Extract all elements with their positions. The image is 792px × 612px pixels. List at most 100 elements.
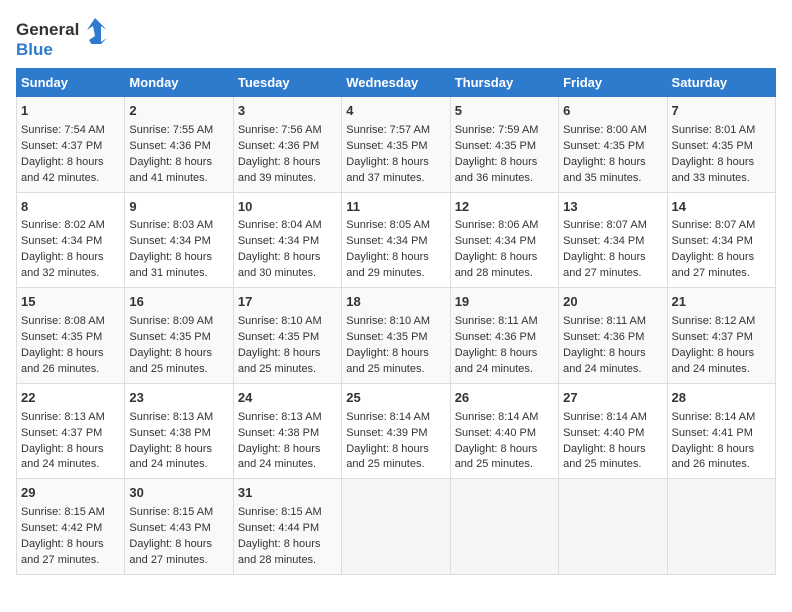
- day-cell: [450, 479, 558, 575]
- daylight-label: Daylight: 8 hours and 26 minutes.: [672, 443, 755, 471]
- day-number: 2: [129, 102, 228, 121]
- day-number: 17: [238, 293, 337, 312]
- sunrise-label: Sunrise: 8:11 AM: [455, 315, 538, 327]
- day-cell: 17Sunrise: 8:10 AMSunset: 4:35 PMDayligh…: [233, 288, 341, 384]
- daylight-label: Daylight: 8 hours and 24 minutes.: [455, 347, 538, 375]
- day-cell: 13Sunrise: 8:07 AMSunset: 4:34 PMDayligh…: [559, 192, 667, 288]
- sunset-label: Sunset: 4:35 PM: [455, 140, 536, 152]
- sunrise-label: Sunrise: 8:06 AM: [455, 219, 539, 231]
- day-number: 22: [21, 389, 120, 408]
- daylight-label: Daylight: 8 hours and 42 minutes.: [21, 156, 104, 184]
- sunset-label: Sunset: 4:37 PM: [672, 331, 753, 343]
- sunrise-label: Sunrise: 8:09 AM: [129, 315, 213, 327]
- daylight-label: Daylight: 8 hours and 25 minutes.: [563, 443, 646, 471]
- sunrise-label: Sunrise: 7:55 AM: [129, 124, 213, 136]
- sunset-label: Sunset: 4:34 PM: [129, 235, 210, 247]
- day-number: 14: [672, 198, 771, 217]
- daylight-label: Daylight: 8 hours and 37 minutes.: [346, 156, 429, 184]
- sunset-label: Sunset: 4:34 PM: [672, 235, 753, 247]
- sunset-label: Sunset: 4:34 PM: [21, 235, 102, 247]
- day-cell: 29Sunrise: 8:15 AMSunset: 4:42 PMDayligh…: [17, 479, 125, 575]
- day-number: 30: [129, 484, 228, 503]
- day-cell: 11Sunrise: 8:05 AMSunset: 4:34 PMDayligh…: [342, 192, 450, 288]
- sunrise-label: Sunrise: 8:13 AM: [238, 411, 322, 423]
- logo-container: General Blue: [16, 16, 109, 60]
- sunset-label: Sunset: 4:35 PM: [672, 140, 753, 152]
- week-row-3: 15Sunrise: 8:08 AMSunset: 4:35 PMDayligh…: [17, 288, 776, 384]
- sunrise-label: Sunrise: 8:15 AM: [21, 506, 105, 518]
- sunset-label: Sunset: 4:39 PM: [346, 427, 427, 439]
- sunset-label: Sunset: 4:42 PM: [21, 522, 102, 534]
- sunrise-label: Sunrise: 8:03 AM: [129, 219, 213, 231]
- day-cell: 20Sunrise: 8:11 AMSunset: 4:36 PMDayligh…: [559, 288, 667, 384]
- day-number: 11: [346, 198, 445, 217]
- calendar-table: SundayMondayTuesdayWednesdayThursdayFrid…: [16, 68, 776, 575]
- day-cell: 22Sunrise: 8:13 AMSunset: 4:37 PMDayligh…: [17, 383, 125, 479]
- day-number: 27: [563, 389, 662, 408]
- day-number: 12: [455, 198, 554, 217]
- day-cell: 27Sunrise: 8:14 AMSunset: 4:40 PMDayligh…: [559, 383, 667, 479]
- sunrise-label: Sunrise: 8:15 AM: [238, 506, 322, 518]
- day-number: 25: [346, 389, 445, 408]
- daylight-label: Daylight: 8 hours and 25 minutes.: [455, 443, 538, 471]
- logo: General Blue: [16, 16, 109, 60]
- daylight-label: Daylight: 8 hours and 25 minutes.: [129, 347, 212, 375]
- sunrise-label: Sunrise: 8:10 AM: [346, 315, 430, 327]
- day-number: 16: [129, 293, 228, 312]
- sunrise-label: Sunrise: 8:14 AM: [563, 411, 647, 423]
- sunrise-label: Sunrise: 8:04 AM: [238, 219, 322, 231]
- sunset-label: Sunset: 4:35 PM: [346, 331, 427, 343]
- daylight-label: Daylight: 8 hours and 27 minutes.: [129, 538, 212, 566]
- day-number: 7: [672, 102, 771, 121]
- sunrise-label: Sunrise: 8:07 AM: [672, 219, 756, 231]
- sunset-label: Sunset: 4:35 PM: [21, 331, 102, 343]
- daylight-label: Daylight: 8 hours and 28 minutes.: [455, 251, 538, 279]
- day-cell: 28Sunrise: 8:14 AMSunset: 4:41 PMDayligh…: [667, 383, 775, 479]
- day-cell: 16Sunrise: 8:09 AMSunset: 4:35 PMDayligh…: [125, 288, 233, 384]
- day-number: 15: [21, 293, 120, 312]
- day-cell: 5Sunrise: 7:59 AMSunset: 4:35 PMDaylight…: [450, 97, 558, 193]
- day-cell: 12Sunrise: 8:06 AMSunset: 4:34 PMDayligh…: [450, 192, 558, 288]
- sunrise-label: Sunrise: 8:14 AM: [455, 411, 539, 423]
- day-number: 1: [21, 102, 120, 121]
- calendar-body: 1 Sunrise: 7:54 AM Sunset: 4:37 PM Daylight…: [17, 97, 776, 575]
- sunset-label: Sunset: 4:34 PM: [346, 235, 427, 247]
- day-cell: [559, 479, 667, 575]
- day-number: 19: [455, 293, 554, 312]
- day-number: 26: [455, 389, 554, 408]
- sunset-label: Sunset: 4:44 PM: [238, 522, 319, 534]
- sunrise-label: Sunrise: 7:54 AM: [21, 124, 105, 136]
- day-number: 5: [455, 102, 554, 121]
- day-cell: 9Sunrise: 8:03 AMSunset: 4:34 PMDaylight…: [125, 192, 233, 288]
- sunset-label: Sunset: 4:36 PM: [455, 331, 536, 343]
- day-cell: 8Sunrise: 8:02 AMSunset: 4:34 PMDaylight…: [17, 192, 125, 288]
- daylight-label: Daylight: 8 hours and 36 minutes.: [455, 156, 538, 184]
- week-row-1: 1Sunrise: 7:54 AMSunset: 4:37 PMDaylight…: [17, 97, 776, 193]
- sunset-label: Sunset: 4:35 PM: [346, 140, 427, 152]
- daylight-label: Daylight: 8 hours and 24 minutes.: [238, 443, 321, 471]
- day-number: 29: [21, 484, 120, 503]
- sunset-label: Sunset: 4:35 PM: [563, 140, 644, 152]
- header-cell-friday: Friday: [559, 69, 667, 97]
- day-number: 20: [563, 293, 662, 312]
- header-cell-saturday: Saturday: [667, 69, 775, 97]
- sunrise-label: Sunrise: 8:15 AM: [129, 506, 213, 518]
- daylight-label: Daylight: 8 hours and 25 minutes.: [346, 443, 429, 471]
- sunset-label: Sunset: 4:41 PM: [672, 427, 753, 439]
- day-cell: 18Sunrise: 8:10 AMSunset: 4:35 PMDayligh…: [342, 288, 450, 384]
- sunset-label: Sunset: 4:36 PM: [563, 331, 644, 343]
- day-cell: [667, 479, 775, 575]
- daylight-label: Daylight: 8 hours and 26 minutes.: [21, 347, 104, 375]
- sunrise-label: Sunrise: 8:00 AM: [563, 124, 647, 136]
- sunset-label: Sunset: 4:40 PM: [455, 427, 536, 439]
- header-cell-wednesday: Wednesday: [342, 69, 450, 97]
- sunrise-label: Sunrise: 8:11 AM: [563, 315, 646, 327]
- sunrise-label: Sunrise: 8:10 AM: [238, 315, 322, 327]
- day-cell: 26 Sunrise: 8:14 AM Sunset: 4:40 PM Dayligh…: [450, 383, 558, 479]
- sunrise-label: Sunrise: 8:14 AM: [346, 411, 430, 423]
- day-cell: 19 Sunrise: 8:11 AM Sunset: 4:36 PM Dayligh…: [450, 288, 558, 384]
- sunset-label: Sunset: 4:37 PM: [21, 427, 102, 439]
- daylight-label: Daylight: 8 hours and 25 minutes.: [346, 347, 429, 375]
- daylight-label: Daylight: 8 hours and 27 minutes.: [672, 251, 755, 279]
- logo-arrow-icon: [81, 16, 109, 44]
